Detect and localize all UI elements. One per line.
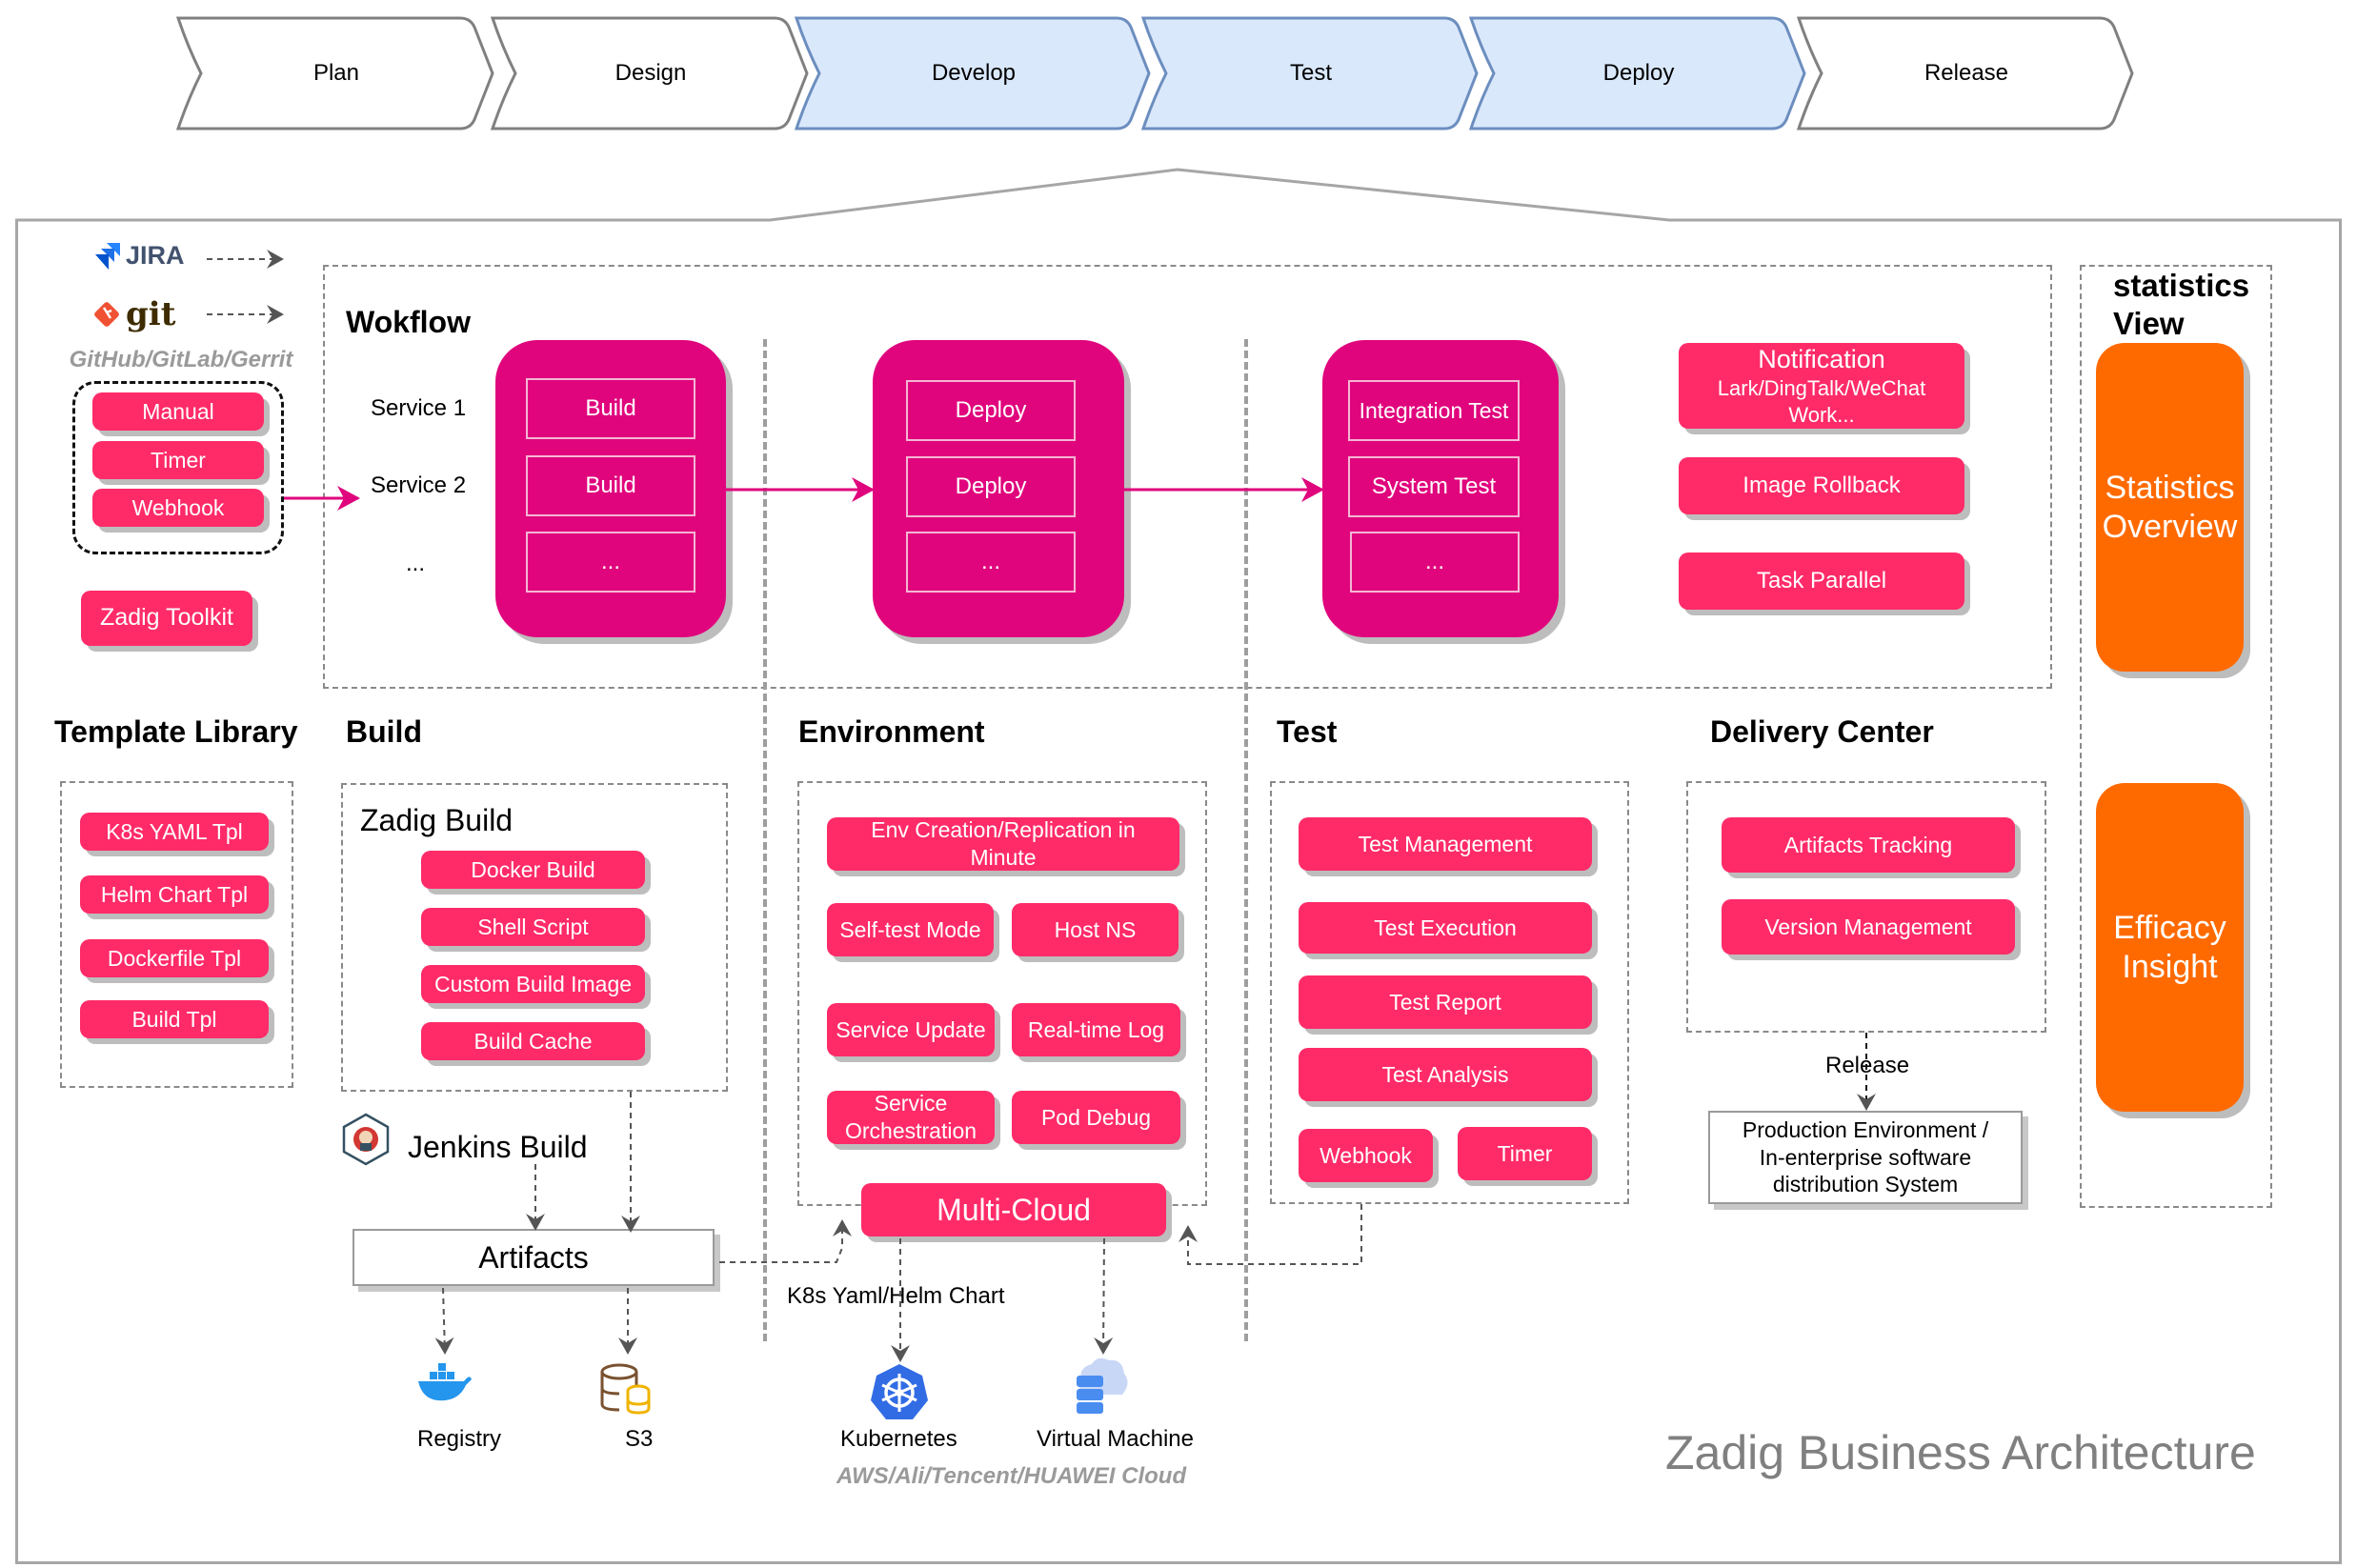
test-job[interactable]: System Test	[1348, 456, 1520, 517]
build-job[interactable]: Build	[526, 378, 695, 439]
trigger-webhook[interactable]: Webhook	[92, 489, 264, 527]
production-environment[interactable]: Production Environment / In-enterprise s…	[1708, 1111, 2023, 1204]
column-divider	[1244, 339, 1248, 1341]
test-feature[interactable]: Test Execution	[1299, 902, 1592, 954]
release-label: Release	[1825, 1053, 1910, 1079]
template-item[interactable]: Helm Chart Tpl	[80, 875, 269, 914]
build-feature[interactable]: Docker Build	[421, 851, 645, 889]
stage-label: Develop	[931, 60, 1017, 86]
image-rollback[interactable]: Image Rollback	[1679, 457, 1964, 514]
jira-label: JIRA	[126, 240, 185, 270]
zadig-build-label: Zadig Build	[360, 803, 514, 837]
env-feature[interactable]: Host NS	[1012, 903, 1178, 956]
delivery-feature[interactable]: Artifacts Tracking	[1722, 817, 2015, 873]
build-job-more[interactable]: ...	[526, 532, 695, 593]
service-label: Service 2	[371, 472, 467, 498]
test-title: Test	[1277, 714, 1338, 749]
service-label: Service 1	[371, 395, 467, 421]
kubernetes-label: Kubernetes	[840, 1426, 957, 1452]
test-feature[interactable]: Test Report	[1299, 975, 1592, 1029]
build-job[interactable]: Build	[526, 455, 695, 516]
trigger-timer[interactable]: Timer	[92, 441, 264, 479]
git-label: git	[126, 295, 176, 333]
test-feature[interactable]: Test Analysis	[1299, 1048, 1592, 1101]
template-library-title: Template Library	[54, 714, 298, 749]
environment-title: Environment	[798, 714, 985, 749]
kubernetes-icon	[869, 1362, 930, 1421]
efficacy-insight[interactable]: Efficacy Insight	[2096, 783, 2244, 1112]
cloud-providers-label: AWS/Ali/Tencent/HUAWEI Cloud	[836, 1463, 1187, 1489]
s3-storage-icon	[598, 1362, 652, 1416]
env-feature[interactable]: Real-time Log	[1012, 1003, 1180, 1056]
workflow-title: Wokflow	[346, 305, 471, 339]
git-hosts-label: GitHub/GitLab/Gerrit	[69, 347, 293, 372]
deploy-job[interactable]: Deploy	[906, 456, 1076, 517]
test-trigger-timer[interactable]: Timer	[1458, 1127, 1592, 1180]
service-label: ...	[406, 551, 426, 576]
notification-channels: Lark/DingTalk/WeChat Work...	[1717, 376, 1926, 427]
env-feature[interactable]: Service Update	[827, 1003, 995, 1056]
jenkins-build-label: Jenkins Build	[408, 1130, 588, 1164]
multi-cloud[interactable]: Multi-Cloud	[861, 1183, 1166, 1236]
stage-release[interactable]: Release	[1795, 14, 2138, 132]
virtual-machine-label: Virtual Machine	[1037, 1426, 1194, 1452]
statistics-overview[interactable]: Statistics Overview	[2096, 343, 2244, 672]
build-feature[interactable]: Shell Script	[421, 908, 645, 946]
git-source: git	[91, 293, 206, 335]
virtual-machine-icon	[1071, 1355, 1132, 1421]
stage-deploy[interactable]: Deploy	[1467, 14, 1810, 132]
stage-plan[interactable]: Plan	[174, 14, 498, 132]
env-feature[interactable]: Pod Debug	[1012, 1091, 1180, 1144]
stage-label: Test	[1289, 60, 1332, 86]
test-job[interactable]: Integration Test	[1348, 380, 1520, 441]
template-item[interactable]: Build Tpl	[80, 1000, 269, 1038]
template-item[interactable]: K8s YAML Tpl	[80, 813, 269, 851]
stage-label: Deploy	[1602, 60, 1675, 86]
test-trigger-webhook[interactable]: Webhook	[1299, 1129, 1433, 1182]
build-feature[interactable]: Build Cache	[421, 1022, 645, 1060]
diagram-caption: Zadig Business Architecture	[1665, 1426, 2256, 1479]
test-job-more[interactable]: ...	[1350, 532, 1520, 593]
stage-label: Plan	[312, 60, 360, 86]
build-title: Build	[346, 714, 422, 749]
s3-label: S3	[625, 1426, 654, 1452]
column-divider	[763, 339, 767, 1341]
template-item[interactable]: Dockerfile Tpl	[80, 939, 269, 977]
delivery-center-title: Delivery Center	[1710, 714, 1934, 749]
stage-develop[interactable]: Develop	[793, 14, 1155, 132]
build-feature[interactable]: Custom Build Image	[421, 965, 645, 1003]
env-feature[interactable]: Service Orchestration	[827, 1091, 995, 1144]
trigger-manual[interactable]: Manual	[92, 392, 264, 431]
stage-test[interactable]: Test	[1139, 14, 1482, 132]
artifacts-box[interactable]: Artifacts	[353, 1229, 715, 1286]
test-feature[interactable]: Test Management	[1299, 817, 1592, 871]
notification-title: Notification	[1758, 344, 1885, 373]
zadig-toolkit[interactable]: Zadig Toolkit	[81, 591, 252, 646]
notification-feature[interactable]: Notification Lark/DingTalk/WeChat Work..…	[1679, 343, 1964, 429]
deploy-job[interactable]: Deploy	[906, 380, 1076, 441]
statistics-title: statistics View	[2113, 268, 2250, 341]
jira-icon	[93, 241, 122, 270]
env-feature[interactable]: Env Creation/Replication in Minute	[827, 817, 1179, 871]
env-feature[interactable]: Self-test Mode	[827, 903, 994, 956]
stage-design[interactable]: Design	[489, 14, 813, 132]
jira-source: JIRA	[93, 238, 208, 272]
delivery-feature[interactable]: Version Management	[1722, 899, 2015, 955]
task-parallel[interactable]: Task Parallel	[1679, 553, 1964, 610]
docker-registry-icon	[416, 1360, 473, 1404]
registry-label: Registry	[417, 1426, 502, 1452]
jenkins-icon	[341, 1113, 391, 1166]
k8s-yaml-helm-label: K8s Yaml/Helm Chart	[787, 1283, 1005, 1309]
deploy-job-more[interactable]: ...	[906, 532, 1076, 593]
stage-label: Design	[614, 60, 687, 86]
stage-label: Release	[1924, 60, 2009, 86]
git-icon	[91, 299, 122, 330]
